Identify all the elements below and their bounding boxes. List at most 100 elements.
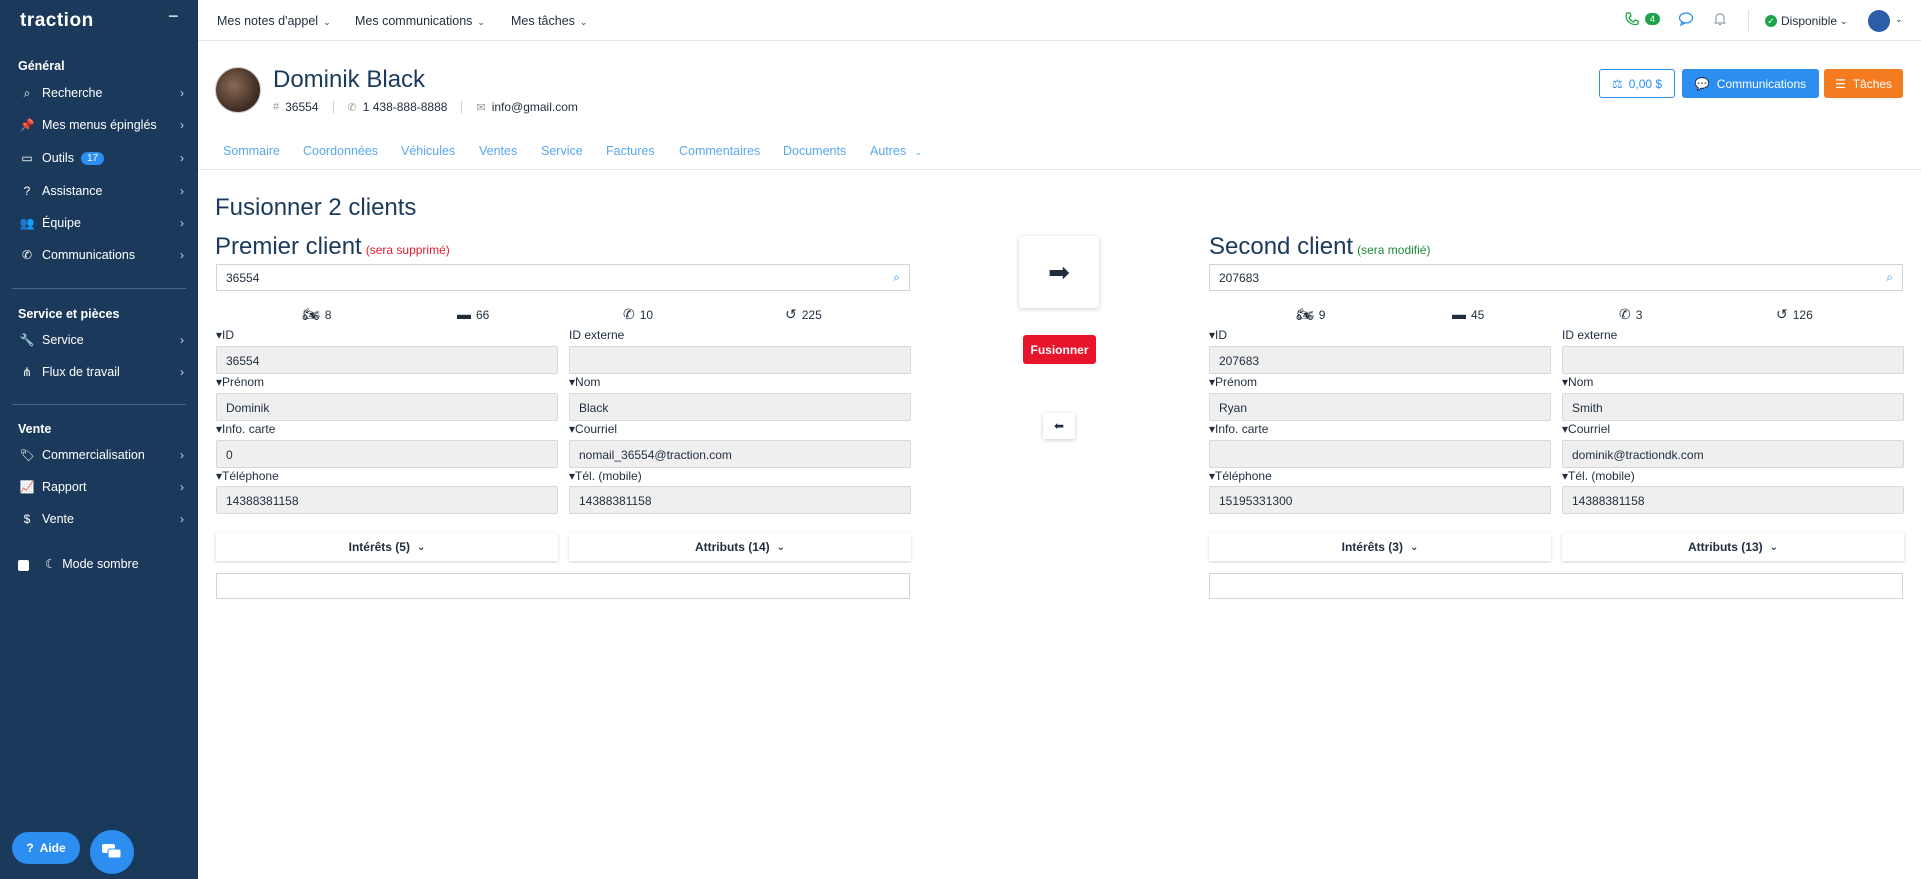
sidebar-item-assistance[interactable]: ? Assistance › bbox=[18, 180, 184, 202]
customer-id: 36554 bbox=[285, 100, 319, 114]
motorcycle-icon: 🏍 bbox=[1296, 306, 1314, 322]
customer-email[interactable]: info@gmail.com bbox=[492, 100, 578, 114]
tab-commentaires[interactable]: Commentaires bbox=[679, 144, 760, 158]
user-avatar[interactable] bbox=[1868, 10, 1890, 32]
first-attributes-toggle[interactable]: Attributs (14) ⌄ bbox=[569, 533, 911, 561]
dark-mode-checkbox[interactable] bbox=[18, 560, 29, 571]
chevron-right-icon: › bbox=[180, 184, 184, 198]
team-icon: 👥 bbox=[19, 216, 35, 230]
chat-icon bbox=[102, 844, 122, 859]
collapse-sidebar-button[interactable]: − bbox=[168, 6, 179, 27]
search-icon[interactable]: ⌕ bbox=[1886, 270, 1893, 285]
arrow-right-icon: ➡ bbox=[1048, 256, 1070, 287]
merge-button[interactable]: Fusionner bbox=[1023, 335, 1096, 364]
dark-mode-toggle[interactable]: ☾ Mode sombre bbox=[18, 556, 139, 571]
menu-mes-communications[interactable]: Mes communications ⌄ bbox=[355, 14, 485, 28]
email-label: ▾Courriel bbox=[569, 422, 618, 436]
sidebar-divider bbox=[12, 288, 186, 289]
balance-button[interactable]: ⚖ 0,00 $ bbox=[1599, 69, 1675, 98]
sidebar: traction − Général ⌕ Recherche › 📌 Mes m… bbox=[0, 0, 198, 879]
tab-coordonnees[interactable]: Coordonnées bbox=[303, 144, 378, 158]
first-last-name-field: Black bbox=[569, 393, 911, 421]
chevron-right-icon: › bbox=[180, 448, 184, 462]
second-messages-stat: ▬ 45 bbox=[1452, 306, 1484, 322]
sidebar-item-outils[interactable]: ▭ Outils 17 › bbox=[18, 147, 184, 169]
first-email-field: nomail_36554@traction.com bbox=[569, 440, 911, 468]
stat-value: 225 bbox=[801, 308, 822, 322]
pin-icon: 📌 bbox=[19, 118, 35, 132]
second-interests-toggle[interactable]: Intérêts (3) ⌄ bbox=[1209, 533, 1551, 561]
sidebar-item-communications[interactable]: ✆ Communications › bbox=[18, 244, 184, 266]
message-icon: ▬ bbox=[457, 306, 471, 322]
customer-tabs: Sommaire Coordonnées Véhicules Ventes Se… bbox=[198, 140, 1921, 170]
delete-note: (sera supprimé) bbox=[365, 243, 450, 257]
chevron-right-icon: › bbox=[180, 333, 184, 347]
second-calls-stat: ✆ 3 bbox=[1619, 306, 1642, 323]
second-first-name-field: Ryan bbox=[1209, 393, 1551, 421]
sidebar-item-recherche[interactable]: ⌕ Recherche › bbox=[18, 82, 184, 104]
second-client-search-input[interactable]: 207683 ⌕ bbox=[1209, 264, 1903, 291]
sidebar-item-service[interactable]: 🔧 Service › bbox=[18, 329, 184, 351]
first-client-search-input[interactable]: 36554 ⌕ bbox=[216, 264, 910, 291]
chat-bubble-icon[interactable] bbox=[1678, 11, 1694, 27]
stat-value: 3 bbox=[1635, 308, 1643, 322]
communications-button[interactable]: 💬 Communications bbox=[1682, 69, 1819, 98]
tab-sommaire[interactable]: Sommaire bbox=[223, 144, 280, 158]
communications-label: Communications bbox=[1716, 76, 1807, 91]
first-vehicles-stat: 🏍 8 bbox=[302, 306, 331, 323]
sidebar-section-vente: Vente bbox=[18, 422, 52, 436]
phone-icon: ✆ bbox=[21, 248, 33, 262]
chevron-down-icon: ⌄ bbox=[477, 17, 485, 27]
sidebar-item-label: Commercialisation bbox=[42, 448, 145, 462]
menu-mes-notes-appel[interactable]: Mes notes d'appel ⌄ bbox=[217, 14, 331, 28]
first-card-info-field: 0 bbox=[216, 440, 558, 468]
search-icon[interactable]: ⌕ bbox=[893, 270, 900, 285]
sidebar-item-vente[interactable]: $ Vente › bbox=[18, 508, 184, 530]
phone-count-badge: 4 bbox=[1645, 13, 1661, 25]
phone-icon: ✆ bbox=[1619, 306, 1631, 322]
phone-icon: ✆ bbox=[623, 306, 635, 322]
tasks-button[interactable]: ☰ Tâches bbox=[1824, 69, 1903, 98]
second-last-name-field: Smith bbox=[1562, 393, 1904, 421]
tab-service[interactable]: Service bbox=[541, 144, 583, 158]
tab-ventes[interactable]: Ventes bbox=[479, 144, 517, 158]
tab-documents[interactable]: Documents bbox=[783, 144, 846, 158]
second-attributes-toggle[interactable]: Attributs (13) ⌄ bbox=[1562, 533, 1904, 561]
availability-status[interactable]: ✓ Disponible ⌄ bbox=[1765, 14, 1848, 28]
last-name-label: ▾Nom bbox=[569, 375, 601, 389]
sidebar-divider bbox=[12, 404, 186, 405]
first-messages-stat: ▬ 66 bbox=[457, 306, 489, 322]
sidebar-item-equipe[interactable]: 👥 Équipe › bbox=[18, 212, 184, 234]
customer-phone[interactable]: 1 438-888-8888 bbox=[363, 100, 448, 114]
chevron-down-icon: ⌄ bbox=[323, 17, 331, 27]
merge-direction-right-button[interactable]: ➡ bbox=[1019, 236, 1099, 308]
first-history-stat: ↺ 225 bbox=[785, 306, 822, 323]
merge-direction-left-button[interactable]: ⬅ bbox=[1043, 413, 1075, 439]
sidebar-item-flux-de-travail[interactable]: ⋔ Flux de travail › bbox=[18, 361, 184, 383]
chart-icon: 📈 bbox=[19, 480, 35, 494]
first-interests-toggle[interactable]: Intérêts (5) ⌄ bbox=[216, 533, 558, 561]
tab-factures[interactable]: Factures bbox=[606, 144, 655, 158]
tasks-label: Tâches bbox=[1852, 76, 1893, 91]
sidebar-item-label: Équipe bbox=[42, 216, 81, 230]
moon-icon: ☾ bbox=[45, 557, 57, 571]
menu-mes-taches[interactable]: Mes tâches ⌄ bbox=[511, 14, 587, 28]
first-name-label: ▾Prénom bbox=[216, 375, 265, 389]
phone-label: ▾Téléphone bbox=[216, 469, 279, 483]
help-button[interactable]: ? Aide bbox=[12, 832, 80, 864]
sidebar-item-menus-epingles[interactable]: 📌 Mes menus épinglés › bbox=[18, 114, 184, 136]
dollar-icon: $ bbox=[23, 512, 31, 526]
phone-icon[interactable] bbox=[1624, 11, 1640, 27]
topbar-separator bbox=[1748, 10, 1749, 32]
list-icon: ☰ bbox=[1834, 76, 1846, 91]
sidebar-item-label: Recherche bbox=[42, 86, 103, 100]
balance-value: 0,00 $ bbox=[1628, 76, 1663, 91]
chevron-down-icon[interactable]: ⌄ bbox=[1895, 14, 1903, 25]
outils-count-badge: 17 bbox=[80, 151, 105, 165]
tab-vehicules[interactable]: Véhicules bbox=[401, 144, 455, 158]
tab-autres[interactable]: Autres ⌄ bbox=[870, 144, 922, 158]
bell-icon[interactable] bbox=[1712, 11, 1728, 27]
sidebar-item-commercialisation[interactable]: 🏷 Commercialisation › bbox=[18, 444, 184, 466]
sidebar-item-rapport[interactable]: 📈 Rapport › bbox=[18, 476, 184, 498]
chat-button[interactable] bbox=[90, 830, 134, 874]
